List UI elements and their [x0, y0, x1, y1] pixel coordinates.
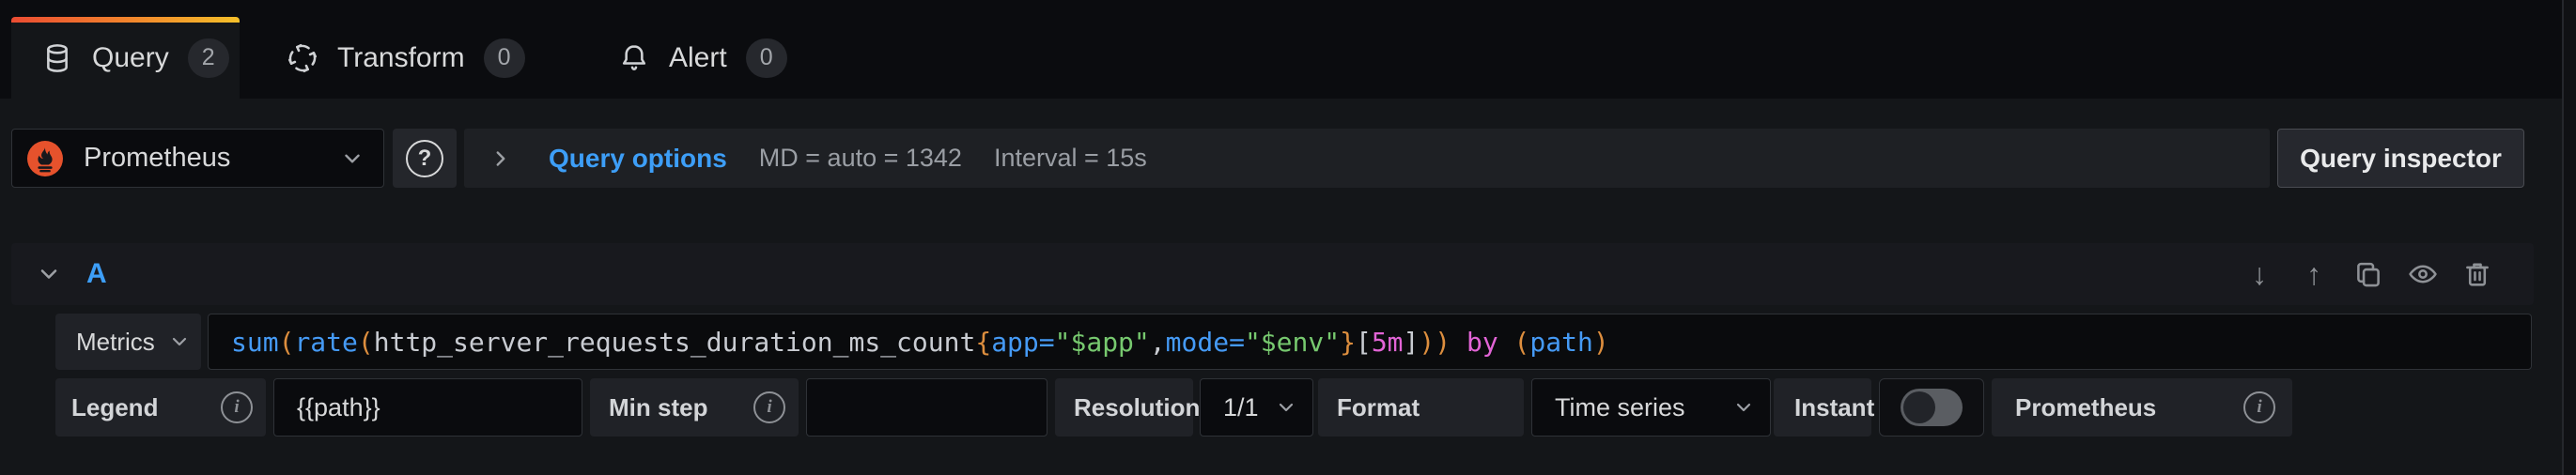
chevron-down-icon: [1275, 396, 1297, 419]
promql-expression: sum(rate(http_server_requests_duration_m…: [231, 327, 1609, 358]
min-step-label: Min step i: [590, 378, 799, 437]
tab-transform-count-badge: 0: [484, 38, 525, 78]
toggle-visibility-eye-icon[interactable]: [2406, 257, 2440, 291]
tab-alert[interactable]: Alert 0: [618, 17, 787, 99]
datasource-help-button[interactable]: ?: [393, 129, 457, 188]
min-step-input[interactable]: [806, 378, 1047, 437]
tab-alert-count-badge: 0: [746, 38, 787, 78]
legend-info-icon[interactable]: i: [221, 391, 253, 423]
query-row-actions: ↓ ↑: [2242, 243, 2494, 305]
resolution-select[interactable]: 1/1: [1200, 378, 1313, 437]
editor-mode-dropdown[interactable]: Metrics: [55, 314, 201, 370]
legend-label: Legend i: [55, 378, 266, 437]
instant-toggle[interactable]: [1879, 378, 1984, 437]
interval-summary: Interval = 15s: [994, 144, 1147, 173]
resolution-label: Resolution: [1055, 378, 1193, 437]
collapse-chevron-icon[interactable]: [36, 261, 62, 287]
instant-label: Instant: [1774, 378, 1871, 437]
pane-edge: [2564, 0, 2576, 475]
grafana-query-editor: Query 2: [0, 0, 2576, 475]
format-select[interactable]: Time series: [1531, 378, 1771, 437]
database-icon: [41, 42, 73, 74]
editor-mode-label: Metrics: [76, 328, 155, 357]
max-data-points-summary: MD = auto = 1342: [759, 144, 962, 173]
prometheus-info-icon[interactable]: i: [2243, 391, 2275, 423]
tab-transform[interactable]: Transform 0: [287, 17, 525, 99]
prometheus-logo-icon: [27, 141, 63, 176]
tab-alert-label: Alert: [669, 42, 727, 74]
toggle-switch-track: [1901, 389, 1963, 426]
datasource-selected-label: Prometheus: [84, 143, 230, 174]
tab-query-count-badge: 2: [188, 38, 229, 78]
query-ref-id[interactable]: A: [86, 258, 107, 290]
query-inspector-button[interactable]: Query inspector: [2277, 129, 2524, 188]
query-row-header[interactable]: A ↓ ↑: [11, 243, 2534, 305]
move-query-down-icon[interactable]: ↓: [2242, 257, 2276, 291]
delete-query-trash-icon[interactable]: [2460, 257, 2494, 291]
tab-query[interactable]: Query 2: [11, 17, 240, 99]
question-circle-icon: ?: [406, 140, 443, 177]
legend-input[interactable]: [273, 378, 582, 437]
transform-icon: [287, 42, 318, 74]
editor-tab-bar: Query 2: [0, 0, 2576, 99]
tab-transform-label: Transform: [337, 42, 465, 74]
bell-icon: [618, 42, 650, 74]
datasource-picker[interactable]: Prometheus: [11, 129, 384, 188]
chevron-down-icon: [168, 330, 191, 353]
prometheus-exemplars-label: Prometheus i: [1992, 378, 2292, 437]
chevron-down-icon: [1732, 396, 1755, 419]
query-options-header[interactable]: Query options MD = auto = 1342 Interval …: [464, 129, 2270, 188]
query-options-title: Query options: [549, 144, 727, 174]
tab-query-label: Query: [92, 42, 169, 74]
duplicate-query-icon[interactable]: [2351, 257, 2385, 291]
toggle-switch-knob: [1903, 391, 1935, 423]
min-step-info-icon[interactable]: i: [753, 391, 785, 423]
format-label: Format: [1318, 378, 1524, 437]
promql-expression-input[interactable]: sum(rate(http_server_requests_duration_m…: [208, 314, 2532, 370]
chevron-right-icon: [489, 146, 513, 171]
move-query-up-icon[interactable]: ↑: [2297, 257, 2331, 291]
chevron-down-icon: [340, 146, 365, 171]
